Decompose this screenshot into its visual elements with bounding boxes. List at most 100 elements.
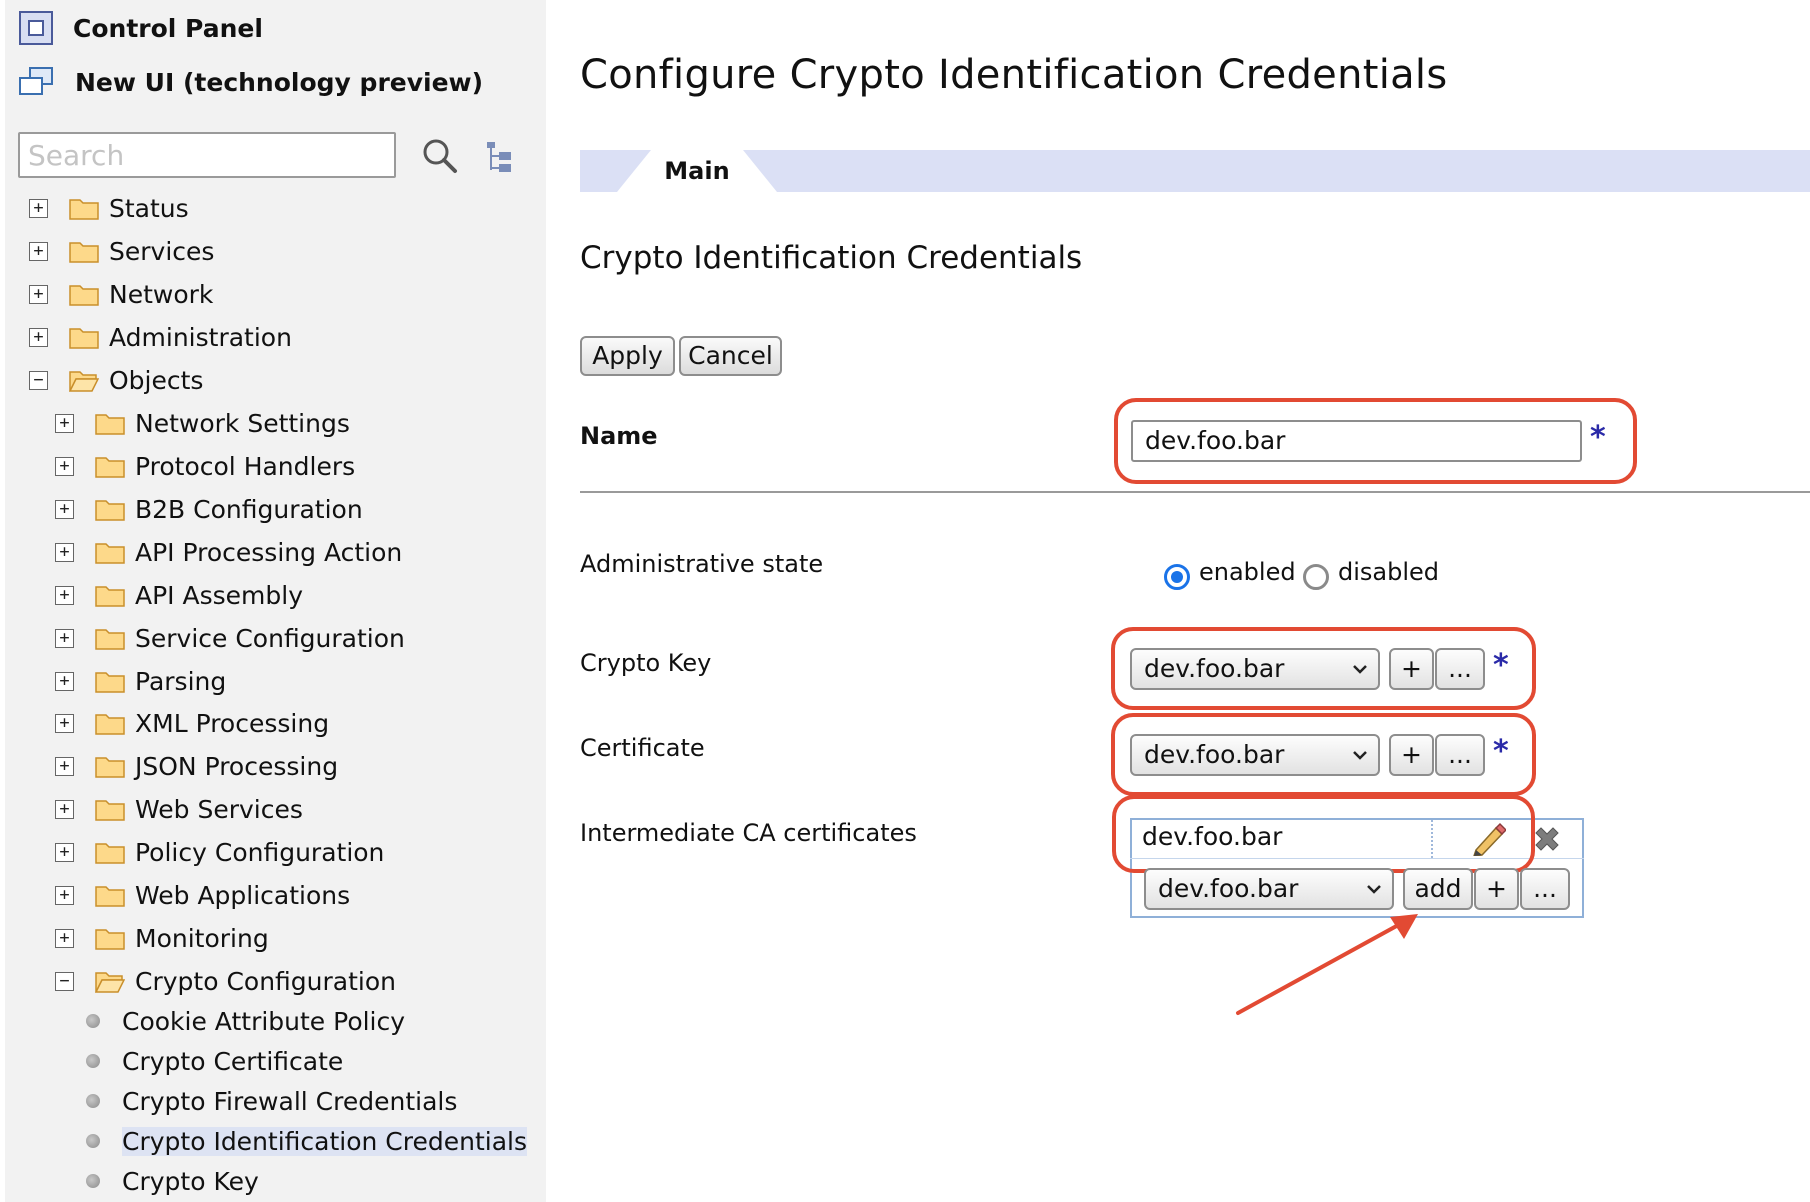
folder-icon xyxy=(69,196,99,220)
tree-item-xml-processing[interactable]: + XML Processing xyxy=(55,703,329,743)
intermediate-ca-add-button[interactable]: add xyxy=(1403,868,1473,910)
admin-state-label: Administrative state xyxy=(580,550,824,578)
cancel-button[interactable]: Cancel xyxy=(679,336,782,376)
tree-item-label: Status xyxy=(109,193,189,223)
expand-icon[interactable]: + xyxy=(55,628,74,648)
tree-item-network-settings[interactable]: + Network Settings xyxy=(55,403,350,443)
tree-item-label: Policy Configuration xyxy=(135,837,385,867)
intermediate-ca-select-value: dev.foo.bar xyxy=(1158,874,1299,903)
tree-item-label: B2B Configuration xyxy=(135,494,363,524)
folder-open-icon xyxy=(95,969,125,993)
apply-button[interactable]: Apply xyxy=(580,336,675,376)
tab-main[interactable]: Main xyxy=(617,150,777,192)
folder-icon xyxy=(95,540,125,564)
folder-icon xyxy=(69,239,99,263)
expand-icon[interactable]: + xyxy=(55,842,74,862)
collapse-icon[interactable]: − xyxy=(55,971,74,991)
tree-item-administration[interactable]: + Administration xyxy=(29,317,292,357)
tree-item-network[interactable]: + Network xyxy=(29,274,213,314)
navigation-sidebar: Control Panel New UI (technology preview… xyxy=(5,0,546,1202)
folder-icon xyxy=(95,583,125,607)
folder-icon xyxy=(95,883,125,907)
tree-item-label: Parsing xyxy=(135,666,227,696)
tree-item-service-configuration[interactable]: + Service Configuration xyxy=(55,618,405,658)
intermediate-ca-new-button[interactable]: + xyxy=(1474,868,1519,910)
tree-item-label: Network xyxy=(109,279,214,309)
expand-icon[interactable]: + xyxy=(55,928,74,948)
folder-icon xyxy=(95,926,125,950)
expand-icon[interactable]: + xyxy=(55,542,74,562)
tree-leaf-cookie-attribute-policy[interactable]: Cookie Attribute Policy xyxy=(86,1001,405,1041)
tree-item-web-applications[interactable]: + Web Applications xyxy=(55,875,350,915)
folder-icon xyxy=(69,282,99,306)
tree-item-monitoring[interactable]: + Monitoring xyxy=(55,918,269,958)
tree-item-label: Protocol Handlers xyxy=(135,451,356,481)
folder-icon xyxy=(95,840,125,864)
new-ui-label: New UI (technology preview) xyxy=(75,67,484,97)
annotation-arrow xyxy=(1236,914,1418,1015)
tree-view-icon[interactable] xyxy=(485,140,515,174)
folder-icon xyxy=(95,411,125,435)
search-icon[interactable] xyxy=(420,136,460,176)
tree-item-label: Monitoring xyxy=(135,923,269,953)
new-ui-link[interactable]: New UI (technology preview) xyxy=(19,62,483,102)
tree-leaf-crypto-firewall-credentials[interactable]: Crypto Firewall Credentials xyxy=(86,1081,457,1121)
tree-leaf-crypto-key[interactable]: Crypto Key xyxy=(86,1161,259,1201)
search-input[interactable] xyxy=(18,132,396,178)
folder-open-icon xyxy=(69,368,99,392)
page-title: Configure Crypto Identification Credenti… xyxy=(580,52,1448,98)
tree-item-crypto-configuration[interactable]: − Crypto Configuration xyxy=(55,961,396,1001)
name-label: Name xyxy=(580,422,658,450)
radio-enabled[interactable] xyxy=(1164,564,1190,590)
expand-icon[interactable]: + xyxy=(29,327,48,347)
intermediate-ca-select[interactable]: dev.foo.bar xyxy=(1144,868,1394,910)
delete-x-icon[interactable] xyxy=(1532,824,1562,854)
tree-item-json-processing[interactable]: + JSON Processing xyxy=(55,746,338,786)
tree-item-services[interactable]: + Services xyxy=(29,231,214,271)
folder-icon xyxy=(95,754,125,778)
radio-enabled-label: enabled xyxy=(1199,558,1296,586)
intermediate-ca-browse-button[interactable]: ... xyxy=(1520,868,1570,910)
expand-icon[interactable]: + xyxy=(29,284,48,304)
tree-item-objects[interactable]: − Objects xyxy=(29,360,203,400)
chevron-down-icon xyxy=(1367,885,1381,894)
tree-item-label: Crypto Configuration xyxy=(135,966,396,996)
expand-icon[interactable]: + xyxy=(55,413,74,433)
expand-icon[interactable]: + xyxy=(55,671,74,691)
tree-item-web-services[interactable]: + Web Services xyxy=(55,789,303,829)
bullet-icon xyxy=(86,1014,100,1028)
folder-icon xyxy=(95,497,125,521)
tree-item-parsing[interactable]: + Parsing xyxy=(55,661,226,701)
folder-icon xyxy=(95,711,125,735)
tree-item-label: Service Configuration xyxy=(135,623,405,653)
tree-item-label: API Assembly xyxy=(135,580,303,610)
tree-leaf-label: Cookie Attribute Policy xyxy=(122,1006,406,1036)
expand-icon[interactable]: + xyxy=(55,456,74,476)
expand-icon[interactable]: + xyxy=(29,198,48,218)
tree-item-api-processing-action[interactable]: + API Processing Action xyxy=(55,532,402,572)
collapse-icon[interactable]: − xyxy=(29,370,48,390)
bullet-icon xyxy=(86,1134,100,1148)
tree-item-api-assembly[interactable]: + API Assembly xyxy=(55,575,303,615)
expand-icon[interactable]: + xyxy=(55,885,74,905)
bullet-icon xyxy=(86,1094,100,1108)
highlight-certificate xyxy=(1111,713,1536,796)
tree-leaf-crypto-certificate[interactable]: Crypto Certificate xyxy=(86,1041,343,1081)
divider xyxy=(580,491,1810,493)
expand-icon[interactable]: + xyxy=(55,799,74,819)
tree-leaf-crypto-identification-credentials[interactable]: Crypto Identification Credentials xyxy=(86,1121,528,1161)
tree-item-policy-configuration[interactable]: + Policy Configuration xyxy=(55,832,384,872)
tree-item-status[interactable]: + Status xyxy=(29,188,189,228)
expand-icon[interactable]: + xyxy=(55,585,74,605)
expand-icon[interactable]: + xyxy=(55,756,74,776)
highlight-crypto-key xyxy=(1111,627,1536,710)
tree-item-label: Services xyxy=(109,236,215,266)
expand-icon[interactable]: + xyxy=(55,713,74,733)
radio-disabled[interactable] xyxy=(1303,564,1329,590)
tree-item-protocol-handlers[interactable]: + Protocol Handlers xyxy=(55,446,355,486)
expand-icon[interactable]: + xyxy=(55,499,74,519)
tree-item-b2b-configuration[interactable]: + B2B Configuration xyxy=(55,489,363,529)
expand-icon[interactable]: + xyxy=(29,241,48,261)
control-panel-link[interactable]: Control Panel xyxy=(19,8,263,48)
tree-item-label: Web Services xyxy=(135,794,303,824)
